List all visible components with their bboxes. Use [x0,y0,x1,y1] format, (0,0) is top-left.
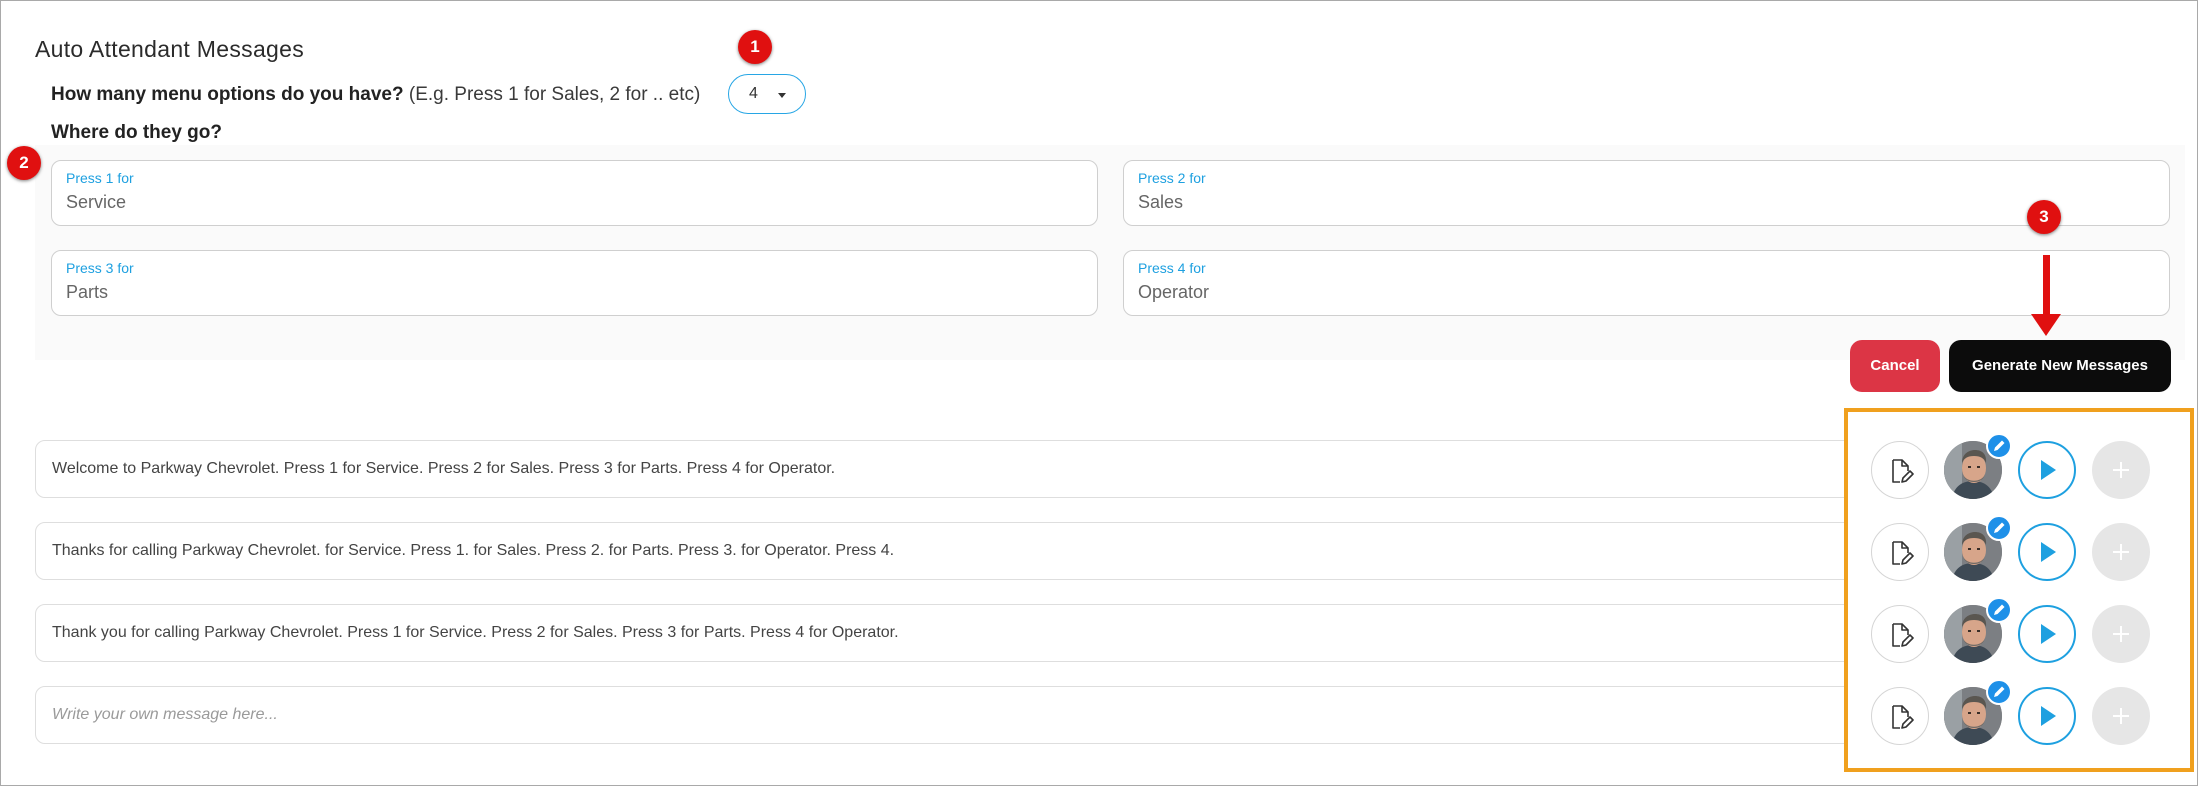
menu-options-label: How many menu options do you have? [51,84,404,105]
custom-message-input[interactable]: Write your own message here... [35,686,1915,744]
pencil-icon [1994,604,2005,615]
play-icon [2041,706,2056,726]
message-option-2[interactable]: Thanks for calling Parkway Chevrolet. fo… [35,522,1915,580]
menu-count-select[interactable]: 4 [728,74,806,114]
play-icon [2041,460,2056,480]
press-3-field[interactable]: Press 3 for Parts [51,250,1098,316]
plus-icon [2113,462,2129,478]
message-option-3[interactable]: Thank you for calling Parkway Chevrolet.… [35,604,1915,662]
play-message-button[interactable] [2018,523,2076,581]
press-1-value: Service [66,192,127,212]
add-message-button[interactable] [2092,687,2150,745]
plus-icon [2113,544,2129,560]
change-voice-button[interactable] [1986,433,2012,459]
add-message-button[interactable] [2092,441,2150,499]
add-message-button[interactable] [2092,605,2150,663]
add-message-button[interactable] [2092,523,2150,581]
press-1-label: Press 1 for [66,170,134,186]
menu-count-value: 4 [749,85,758,102]
press-2-field[interactable]: Press 2 for Sales [1123,160,2170,226]
press-4-label: Press 4 for [1138,260,1206,276]
press-3-value: Parts [66,282,109,302]
play-message-button[interactable] [2018,687,2076,745]
press-2-label: Press 2 for [1138,170,1206,186]
edit-document-icon [1887,621,1915,649]
message-text: Welcome to Parkway Chevrolet. Press 1 fo… [52,460,836,477]
caret-down-icon [778,93,786,98]
custom-message-placeholder: Write your own message here... [52,706,278,723]
destinations-question: Where do they go? [51,122,222,143]
plus-icon [2113,626,2129,642]
message-option-1[interactable]: Welcome to Parkway Chevrolet. Press 1 fo… [35,440,1915,498]
message-text: Thanks for calling Parkway Chevrolet. fo… [52,542,895,559]
press-4-value: Operator [1138,282,1210,302]
play-message-button[interactable] [2018,441,2076,499]
menu-options-question: How many menu options do you have? (E.g.… [51,84,700,106]
plus-icon [2113,708,2129,724]
generate-messages-button[interactable]: Generate New Messages [1949,340,2171,392]
edit-message-button[interactable] [1871,687,1929,745]
pencil-icon [1994,522,2005,533]
edit-message-button[interactable] [1871,441,1929,499]
press-3-label: Press 3 for [66,260,134,276]
change-voice-button[interactable] [1986,515,2012,541]
press-2-value: Sales [1138,192,1184,212]
edit-message-button[interactable] [1871,605,1929,663]
annotation-marker-3: 3 [2027,200,2061,234]
menu-options-hint: (E.g. Press 1 for Sales, 2 for .. etc) [408,84,701,105]
change-voice-button[interactable] [1986,597,2012,623]
change-voice-button[interactable] [1986,679,2012,705]
edit-document-icon [1887,703,1915,731]
edit-document-icon [1887,539,1915,567]
annotation-arrow-shaft [2043,255,2050,317]
pencil-icon [1994,686,2005,697]
press-1-field[interactable]: Press 1 for Service [51,160,1098,226]
annotation-marker-2: 2 [7,146,41,180]
press-4-field[interactable]: Press 4 for Operator [1123,250,2170,316]
page-title: Auto Attendant Messages [35,36,305,62]
annotation-marker-1: 1 [738,30,772,64]
pencil-icon [1994,440,2005,451]
annotation-arrow-down-icon [2031,314,2061,336]
play-icon [2041,542,2056,562]
menu-options-panel: Press 1 for Service Press 2 for Sales Pr… [35,145,2185,360]
cancel-button[interactable]: Cancel [1850,340,1940,392]
play-icon [2041,624,2056,644]
play-message-button[interactable] [2018,605,2076,663]
message-text: Thank you for calling Parkway Chevrolet.… [52,624,899,641]
edit-message-button[interactable] [1871,523,1929,581]
edit-document-icon [1887,457,1915,485]
